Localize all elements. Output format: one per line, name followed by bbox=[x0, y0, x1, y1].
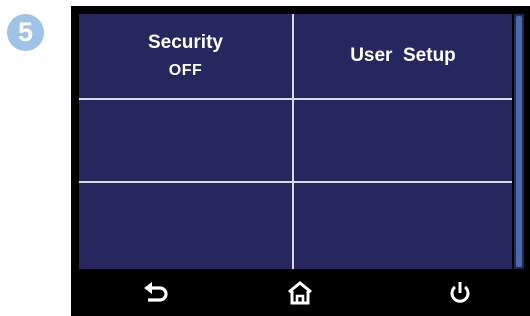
menu-cell-empty-2[interactable] bbox=[294, 100, 512, 183]
menu-cell-empty-3[interactable] bbox=[79, 183, 294, 269]
back-arrow-icon bbox=[144, 282, 168, 302]
security-status: OFF bbox=[168, 62, 203, 79]
power-button[interactable] bbox=[443, 278, 477, 308]
menu-grid: Security OFF User Setup bbox=[79, 14, 512, 269]
home-button[interactable] bbox=[283, 278, 317, 308]
scrollbar[interactable] bbox=[514, 14, 524, 269]
security-label: Security bbox=[148, 32, 223, 53]
scrollbar-thumb[interactable] bbox=[516, 16, 522, 267]
step-badge: 5 bbox=[7, 14, 44, 51]
menu-cell-security[interactable]: Security OFF bbox=[79, 14, 294, 100]
menu-cell-user-setup[interactable]: User Setup bbox=[294, 14, 512, 100]
menu-cell-empty-4[interactable] bbox=[294, 183, 512, 269]
device-frame: Security OFF User Setup bbox=[71, 6, 530, 316]
bottom-nav-bar bbox=[71, 270, 530, 316]
menu-cell-empty-1[interactable] bbox=[79, 100, 294, 183]
user-setup-label: User Setup bbox=[350, 45, 456, 66]
power-icon bbox=[450, 282, 470, 303]
back-button[interactable] bbox=[139, 278, 173, 308]
step-number: 5 bbox=[17, 17, 34, 47]
home-icon bbox=[288, 281, 312, 305]
